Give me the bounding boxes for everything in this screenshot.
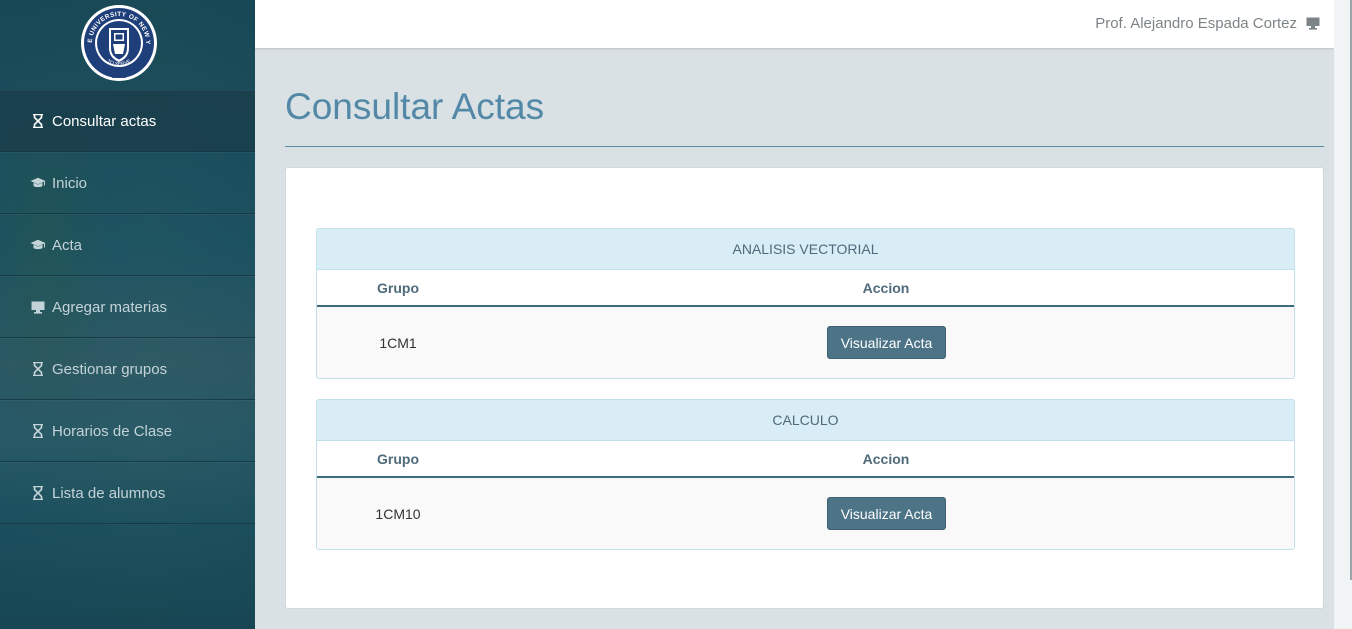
sidebar-item-agregar-materias[interactable]: Agregar materias (0, 276, 255, 338)
sidebar-item-consultar-actas[interactable]: Consultar actas (0, 90, 255, 152)
sidebar-item-inicio[interactable]: Inicio (0, 152, 255, 214)
title-divider (285, 146, 1324, 147)
visualizar-acta-button[interactable]: Visualizar Acta (827, 497, 946, 530)
hourglass-icon (30, 423, 46, 439)
table-header: Grupo Accion (317, 441, 1294, 478)
hourglass-icon (30, 361, 46, 377)
page-title: Consultar Actas (285, 86, 545, 127)
university-seal-logo[interactable]: STATE UNIVERSITY OF NEW YORK TO SERVE 19… (77, 0, 158, 82)
subject-title: ANALISIS VECTORIAL (317, 229, 1294, 270)
group-cell: 1CM10 (375, 506, 421, 522)
table-header: Grupo Accion (317, 270, 1294, 307)
sidebar-item-horarios-de-clase[interactable]: Horarios de Clase (0, 400, 255, 462)
column-header-accion: Accion (862, 451, 910, 467)
user-name: Prof. Alejandro Espada Cortez (1095, 15, 1297, 32)
subject-title: CALCULO (317, 400, 1294, 441)
hourglass-icon (30, 485, 46, 501)
sidebar-item-acta[interactable]: Acta (0, 214, 255, 276)
graduation-cap-icon (30, 237, 46, 253)
monitor-icon (1306, 17, 1320, 30)
column-header-grupo: Grupo (377, 451, 419, 467)
hourglass-icon (30, 113, 46, 129)
top-bar: Prof. Alejandro Espada Cortez (255, 0, 1334, 48)
table-row: 1CM1 Visualizar Acta (317, 307, 1294, 378)
monitor-icon (30, 299, 46, 315)
sidebar-item-label: Acta (52, 236, 83, 254)
sidebar-nav: Consultar actas Inicio Acta Agregar mate… (0, 90, 255, 524)
subject-panel: CALCULO Grupo Accion 1CM10 Visualizar Ac… (316, 399, 1295, 550)
column-header-accion: Accion (862, 280, 910, 296)
sidebar-item-label: Agregar materias (52, 298, 168, 316)
sidebar: STATE UNIVERSITY OF NEW YORK TO SERVE 19… (0, 0, 255, 629)
sidebar-item-lista-de-alumnos[interactable]: Lista de alumnos (0, 462, 255, 524)
sidebar-item-label: Consultar actas (52, 112, 157, 130)
sidebar-item-label: Inicio (52, 174, 88, 192)
subject-panel: ANALISIS VECTORIAL Grupo Accion 1CM1 Vis… (316, 228, 1295, 379)
sidebar-item-label: Lista de alumnos (52, 484, 166, 502)
sidebar-item-label: Gestionar grupos (52, 360, 168, 378)
content-card: ANALISIS VECTORIAL Grupo Accion 1CM1 Vis… (285, 167, 1324, 609)
visualizar-acta-button[interactable]: Visualizar Acta (827, 326, 946, 359)
user-menu[interactable]: Prof. Alejandro Espada Cortez (1095, 15, 1320, 32)
table-row: 1CM10 Visualizar Acta (317, 478, 1294, 549)
sidebar-item-gestionar-grupos[interactable]: Gestionar grupos (0, 338, 255, 400)
group-cell: 1CM1 (379, 335, 417, 351)
svg-text:1948: 1948 (112, 73, 127, 80)
graduation-cap-icon (30, 175, 46, 191)
column-header-grupo: Grupo (377, 280, 419, 296)
sidebar-item-label: Horarios de Clase (52, 422, 173, 440)
